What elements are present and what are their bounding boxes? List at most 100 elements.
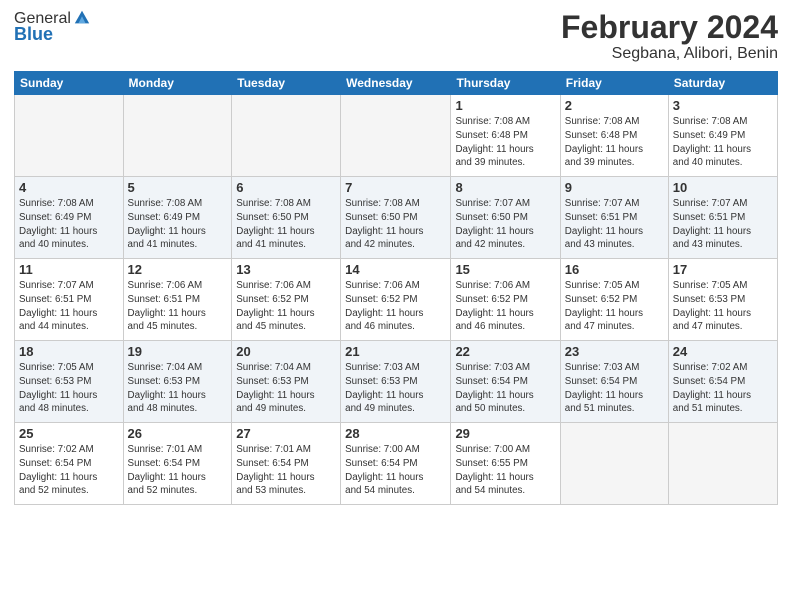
day-info: Sunrise: 7:03 AMSunset: 6:54 PMDaylight:… <box>565 361 664 416</box>
calendar-week-row: 25 Sunrise: 7:02 AMSunset: 6:54 PMDayligh… <box>15 423 778 505</box>
day-number: 25 <box>19 426 119 441</box>
day-info: Sunrise: 7:03 AMSunset: 6:54 PMDaylight:… <box>455 361 555 416</box>
calendar-cell: 2 Sunrise: 7:08 AMSunset: 6:48 PMDaylight… <box>560 95 668 177</box>
day-info: Sunrise: 7:06 AMSunset: 6:51 PMDaylight:… <box>128 279 228 334</box>
col-monday: Monday <box>123 72 232 95</box>
logo: General Blue <box>14 10 91 45</box>
day-info: Sunrise: 7:06 AMSunset: 6:52 PMDaylight:… <box>455 279 555 334</box>
col-saturday: Saturday <box>668 72 777 95</box>
day-number: 26 <box>128 426 228 441</box>
day-number: 13 <box>236 262 336 277</box>
day-number: 9 <box>565 180 664 195</box>
day-info: Sunrise: 7:07 AMSunset: 6:51 PMDaylight:… <box>565 197 664 252</box>
day-number: 23 <box>565 344 664 359</box>
day-number: 19 <box>128 344 228 359</box>
calendar-cell: 14 Sunrise: 7:06 AMSunset: 6:52 PMDayligh… <box>341 259 451 341</box>
col-wednesday: Wednesday <box>341 72 451 95</box>
day-info: Sunrise: 7:08 AMSunset: 6:48 PMDaylight:… <box>565 115 664 170</box>
calendar-week-row: 18Sunrise: 7:05 AMSunset: 6:53 PMDayligh… <box>15 341 778 423</box>
calendar-cell: 5 Sunrise: 7:08 AMSunset: 6:49 PMDaylight… <box>123 177 232 259</box>
calendar-cell: 27Sunrise: 7:01 AMSunset: 6:54 PMDayligh… <box>232 423 341 505</box>
day-number: 20 <box>236 344 336 359</box>
col-friday: Friday <box>560 72 668 95</box>
day-number: 14 <box>345 262 446 277</box>
calendar-cell: 21 Sunrise: 7:03 AMSunset: 6:53 PMDayligh… <box>341 341 451 423</box>
calendar-cell: 4 Sunrise: 7:08 AMSunset: 6:49 PMDaylight… <box>15 177 124 259</box>
day-number: 3 <box>673 98 773 113</box>
day-info: Sunrise: 7:01 AMSunset: 6:54 PMDaylight:… <box>236 443 336 498</box>
calendar-week-row: 1 Sunrise: 7:08 AMSunset: 6:48 PMDaylight… <box>15 95 778 177</box>
calendar-cell: 10 Sunrise: 7:07 AMSunset: 6:51 PMDayligh… <box>668 177 777 259</box>
day-info: Sunrise: 7:05 AMSunset: 6:52 PMDaylight:… <box>565 279 664 334</box>
calendar-cell: 19Sunrise: 7:04 AMSunset: 6:53 PMDayligh… <box>123 341 232 423</box>
col-thursday: Thursday <box>451 72 560 95</box>
day-info: Sunrise: 7:08 AMSunset: 6:49 PMDaylight:… <box>128 197 228 252</box>
month-title: February 2024 <box>561 10 778 45</box>
calendar-header-row: Sunday Monday Tuesday Wednesday Thursday… <box>15 72 778 95</box>
day-number: 4 <box>19 180 119 195</box>
calendar-cell <box>668 423 777 505</box>
day-number: 5 <box>128 180 228 195</box>
calendar-cell: 6Sunrise: 7:08 AMSunset: 6:50 PMDaylight… <box>232 177 341 259</box>
calendar-cell <box>15 95 124 177</box>
calendar-cell: 24Sunrise: 7:02 AMSunset: 6:54 PMDayligh… <box>668 341 777 423</box>
day-number: 28 <box>345 426 446 441</box>
col-tuesday: Tuesday <box>232 72 341 95</box>
calendar-cell <box>560 423 668 505</box>
day-number: 16 <box>565 262 664 277</box>
day-number: 15 <box>455 262 555 277</box>
calendar-cell: 25 Sunrise: 7:02 AMSunset: 6:54 PMDayligh… <box>15 423 124 505</box>
title-area: February 2024 Segbana, Alibori, Benin <box>561 10 778 63</box>
day-info: Sunrise: 7:00 AMSunset: 6:55 PMDaylight:… <box>455 443 555 498</box>
day-number: 1 <box>455 98 555 113</box>
calendar-cell: 9 Sunrise: 7:07 AMSunset: 6:51 PMDaylight… <box>560 177 668 259</box>
calendar-cell: 17 Sunrise: 7:05 AMSunset: 6:53 PMDayligh… <box>668 259 777 341</box>
day-number: 2 <box>565 98 664 113</box>
day-info: Sunrise: 7:00 AMSunset: 6:54 PMDaylight:… <box>345 443 446 498</box>
calendar-cell: 23 Sunrise: 7:03 AMSunset: 6:54 PMDayligh… <box>560 341 668 423</box>
day-number: 24 <box>673 344 773 359</box>
page: General Blue February 2024 Segbana, Alib… <box>0 0 792 612</box>
day-number: 10 <box>673 180 773 195</box>
day-info: Sunrise: 7:06 AMSunset: 6:52 PMDaylight:… <box>236 279 336 334</box>
day-info: Sunrise: 7:01 AMSunset: 6:54 PMDaylight:… <box>128 443 228 498</box>
calendar-week-row: 4 Sunrise: 7:08 AMSunset: 6:49 PMDaylight… <box>15 177 778 259</box>
day-info: Sunrise: 7:06 AMSunset: 6:52 PMDaylight:… <box>345 279 446 334</box>
col-sunday: Sunday <box>15 72 124 95</box>
day-info: Sunrise: 7:08 AMSunset: 6:49 PMDaylight:… <box>673 115 773 170</box>
calendar-cell: 29 Sunrise: 7:00 AMSunset: 6:55 PMDayligh… <box>451 423 560 505</box>
day-number: 29 <box>455 426 555 441</box>
logo-icon <box>73 9 91 27</box>
calendar-cell: 7Sunrise: 7:08 AMSunset: 6:50 PMDaylight… <box>341 177 451 259</box>
day-info: Sunrise: 7:03 AMSunset: 6:53 PMDaylight:… <box>345 361 446 416</box>
day-info: Sunrise: 7:07 AMSunset: 6:51 PMDaylight:… <box>19 279 119 334</box>
day-info: Sunrise: 7:07 AMSunset: 6:51 PMDaylight:… <box>673 197 773 252</box>
calendar-cell: 18Sunrise: 7:05 AMSunset: 6:53 PMDayligh… <box>15 341 124 423</box>
day-info: Sunrise: 7:08 AMSunset: 6:49 PMDaylight:… <box>19 197 119 252</box>
header: General Blue February 2024 Segbana, Alib… <box>14 10 778 63</box>
calendar-cell <box>123 95 232 177</box>
day-number: 21 <box>345 344 446 359</box>
calendar-cell: 13 Sunrise: 7:06 AMSunset: 6:52 PMDayligh… <box>232 259 341 341</box>
day-number: 17 <box>673 262 773 277</box>
day-info: Sunrise: 7:07 AMSunset: 6:50 PMDaylight:… <box>455 197 555 252</box>
day-info: Sunrise: 7:05 AMSunset: 6:53 PMDaylight:… <box>19 361 119 416</box>
calendar-cell: 3 Sunrise: 7:08 AMSunset: 6:49 PMDaylight… <box>668 95 777 177</box>
calendar-cell: 26 Sunrise: 7:01 AMSunset: 6:54 PMDayligh… <box>123 423 232 505</box>
calendar-cell: 8Sunrise: 7:07 AMSunset: 6:50 PMDaylight… <box>451 177 560 259</box>
location-title: Segbana, Alibori, Benin <box>561 45 778 63</box>
day-info: Sunrise: 7:04 AMSunset: 6:53 PMDaylight:… <box>236 361 336 416</box>
calendar-cell: 12 Sunrise: 7:06 AMSunset: 6:51 PMDayligh… <box>123 259 232 341</box>
calendar-table: Sunday Monday Tuesday Wednesday Thursday… <box>14 71 778 505</box>
calendar-cell: 20 Sunrise: 7:04 AMSunset: 6:53 PMDayligh… <box>232 341 341 423</box>
day-info: Sunrise: 7:05 AMSunset: 6:53 PMDaylight:… <box>673 279 773 334</box>
calendar-cell: 28 Sunrise: 7:00 AMSunset: 6:54 PMDayligh… <box>341 423 451 505</box>
calendar-cell: 16 Sunrise: 7:05 AMSunset: 6:52 PMDayligh… <box>560 259 668 341</box>
day-info: Sunrise: 7:08 AMSunset: 6:48 PMDaylight:… <box>455 115 555 170</box>
logo-blue-text: Blue <box>14 24 91 45</box>
day-number: 12 <box>128 262 228 277</box>
calendar-cell <box>232 95 341 177</box>
calendar-cell: 11Sunrise: 7:07 AMSunset: 6:51 PMDayligh… <box>15 259 124 341</box>
day-info: Sunrise: 7:02 AMSunset: 6:54 PMDaylight:… <box>19 443 119 498</box>
day-number: 22 <box>455 344 555 359</box>
